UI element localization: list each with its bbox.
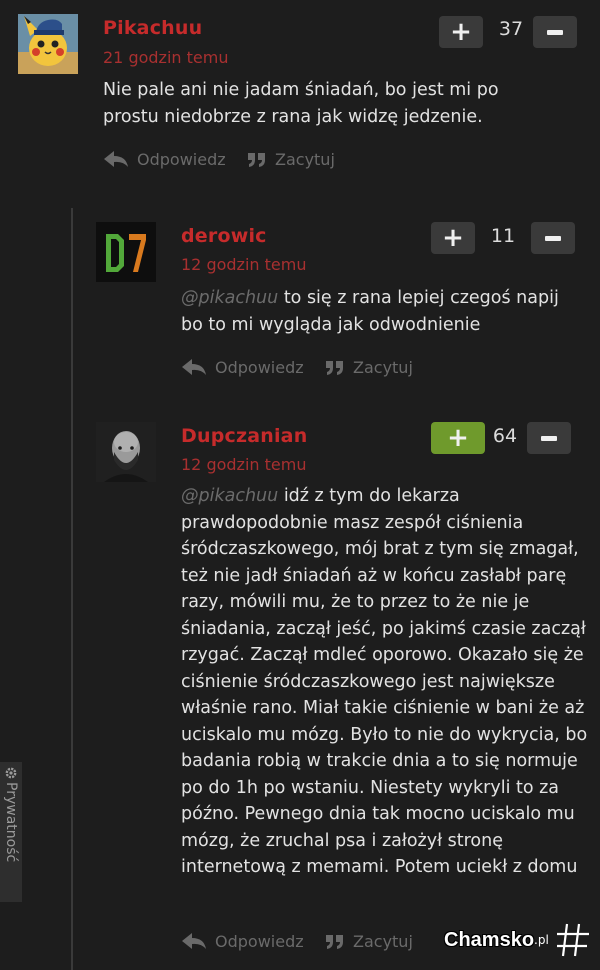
comment-author[interactable]: Pikachuu	[103, 17, 202, 39]
quote-icon	[248, 153, 265, 167]
plus-icon: +	[447, 423, 469, 453]
watermark-logo: Chamsko .pl	[444, 920, 593, 960]
watermark-suffix: .pl	[534, 933, 549, 947]
reply-label: Odpowiedz	[137, 149, 226, 169]
hashtag-logo-icon	[556, 923, 589, 957]
comment-time: 12 godzin temu	[181, 455, 307, 474]
avatar[interactable]	[96, 222, 156, 282]
avatar[interactable]	[18, 14, 78, 74]
quote-icon	[326, 361, 343, 375]
comment-score: 11	[490, 225, 516, 247]
quote-label: Zacytuj	[353, 357, 413, 377]
reply-label: Odpowiedz	[215, 931, 304, 951]
plus-icon: +	[450, 17, 472, 47]
reply-arrow-icon	[104, 151, 128, 167]
thread-line	[71, 208, 73, 970]
upvote-button[interactable]: +	[431, 222, 475, 254]
reply-arrow-icon	[182, 933, 206, 949]
mention-link[interactable]: @pikachuu	[181, 288, 278, 308]
quote-button[interactable]: Zacytuj	[325, 931, 413, 951]
quote-button[interactable]: Zacytuj	[247, 149, 335, 169]
comment-author[interactable]: Dupczanian	[181, 425, 307, 447]
upvote-button[interactable]: +	[431, 422, 485, 454]
plus-icon: +	[442, 223, 464, 253]
quote-label: Zacytuj	[353, 931, 413, 951]
comment-time: 21 godzin temu	[103, 48, 229, 67]
comment-body: @pikachuu to się z rana lepiej czegoś na…	[181, 285, 581, 338]
quote-label: Zacytuj	[275, 149, 335, 169]
downvote-button[interactable]	[533, 16, 577, 48]
comment-time: 12 godzin temu	[181, 255, 307, 274]
avatar[interactable]	[96, 422, 156, 482]
reply-button[interactable]: Odpowiedz	[181, 357, 304, 377]
reply-button[interactable]: Odpowiedz	[103, 149, 226, 169]
comment-author[interactable]: derowic	[181, 225, 267, 247]
quote-icon	[326, 935, 343, 949]
minus-icon	[541, 435, 557, 441]
reply-arrow-icon	[182, 359, 206, 375]
watermark-text: Chamsko	[444, 928, 535, 951]
comment-body: @pikachuu idź z tym do lekarza prawdopod…	[181, 483, 591, 881]
mention-link[interactable]: @pikachuu	[181, 486, 278, 506]
privacy-tab[interactable]: Prywatność	[0, 762, 22, 902]
comment-text: Nie pale ani nie jadam śniadań, bo jest …	[103, 80, 499, 127]
comment-score: 37	[498, 18, 524, 40]
comment-score: 64	[492, 425, 518, 447]
privacy-label: Prywatność	[3, 782, 19, 863]
minus-icon	[545, 235, 561, 241]
gear-icon	[5, 767, 17, 779]
comment-body: Nie pale ani nie jadam śniadań, bo jest …	[103, 77, 543, 130]
reply-label: Odpowiedz	[215, 357, 304, 377]
downvote-button[interactable]	[531, 222, 575, 254]
upvote-button[interactable]: +	[439, 16, 483, 48]
downvote-button[interactable]	[527, 422, 571, 454]
quote-button[interactable]: Zacytuj	[325, 357, 413, 377]
minus-icon	[547, 29, 563, 35]
comment-text: idź z tym do lekarza prawdopodobnie masz…	[181, 486, 588, 877]
reply-button[interactable]: Odpowiedz	[181, 931, 304, 951]
